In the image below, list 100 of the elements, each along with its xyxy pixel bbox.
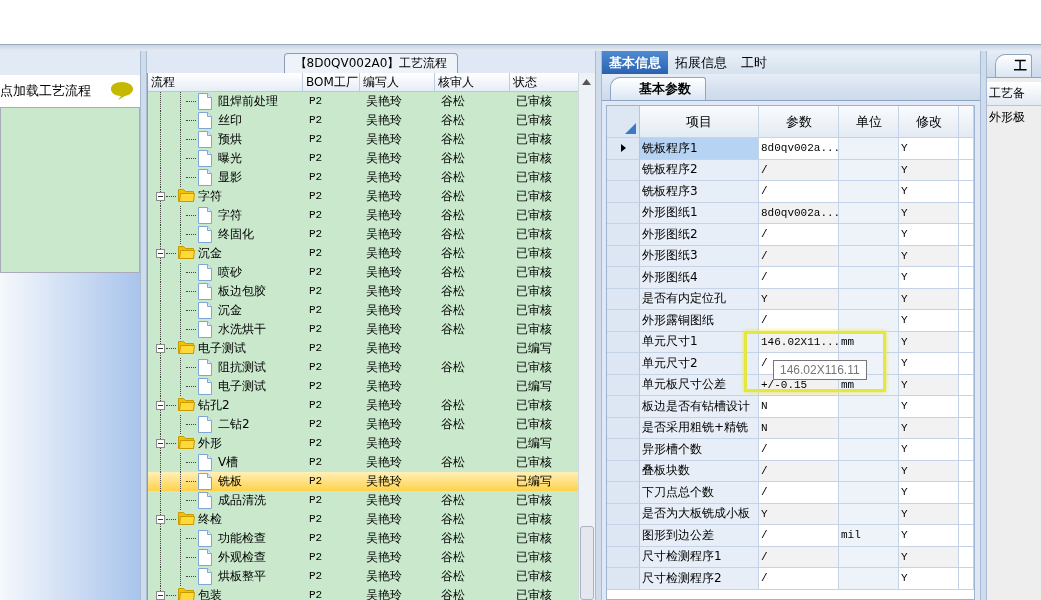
collapse-icon[interactable]	[156, 439, 165, 448]
table-row[interactable]: 异形槽个数 / Y	[607, 439, 974, 461]
collapse-icon[interactable]	[156, 344, 165, 353]
table-row[interactable]: 单元尺寸1 146.02X11...mm Y	[607, 331, 974, 353]
node-label: 包装	[198, 587, 222, 600]
tree-row[interactable]: 终固化 P2 吴艳玲 谷松 已审核	[148, 225, 579, 244]
column-header[interactable]: 参数	[759, 106, 839, 138]
tree-row[interactable]: 外观检查 P2 吴艳玲 谷松 已审核	[148, 548, 579, 567]
table-cell: 吴艳玲	[366, 132, 402, 146]
table-row[interactable]: 外形图纸1 8d0qv002a... Y	[607, 202, 974, 224]
tree-row[interactable]: 包装 P2 吴艳玲 谷松 已审核	[148, 586, 579, 600]
tree-row[interactable]: 终检 P2 吴艳玲 谷松 已审核	[148, 510, 579, 529]
section-tab[interactable]: 基本参数	[610, 77, 706, 100]
tab[interactable]: 基本信息	[602, 51, 668, 74]
column-header[interactable]: 修改	[899, 106, 959, 138]
table-row[interactable]: 板边是否有钻槽设计 N Y	[607, 396, 974, 418]
document-icon	[198, 169, 212, 186]
table-row[interactable]: 铣板程序1 8d0qv002a... Y	[607, 138, 974, 160]
table-row[interactable]: 铣板程序3 / Y	[607, 181, 974, 203]
table-cell: 吴艳玲	[366, 379, 402, 393]
hint-text: 点加载工艺流程	[0, 82, 91, 100]
table-row[interactable]: 图形到边公差 / mil Y	[607, 525, 974, 547]
table-cell: /	[761, 486, 768, 499]
tree-row[interactable]: 功能检查 P2 吴艳玲 谷松 已审核	[148, 529, 579, 548]
collapse-icon[interactable]	[156, 591, 165, 600]
tree-row[interactable]: 水洗烘干 P2 吴艳玲 谷松 已审核	[148, 320, 579, 339]
tree-row[interactable]: 电子测试 P2 吴艳玲 已编写	[148, 339, 579, 358]
tree-row[interactable]: 成品清洗 P2 吴艳玲 谷松 已审核	[148, 491, 579, 510]
table-row[interactable]: 铣板程序2 / Y	[607, 159, 974, 181]
table-cell-text: P2	[308, 550, 324, 565]
scroll-thumb[interactable]	[580, 526, 594, 600]
node-label: 沉金	[198, 245, 222, 262]
table-cell-text: P2	[308, 132, 324, 147]
table-cell-text: P2	[308, 493, 324, 508]
collapse-icon[interactable]	[156, 249, 165, 258]
tree-row[interactable]: 烘板整平 P2 吴艳玲 谷松 已审核	[148, 567, 579, 586]
scrollbar[interactable]	[578, 73, 595, 600]
tab[interactable]: 拓展信息	[668, 51, 734, 74]
tree-row[interactable]: 沉金 P2 吴艳玲 谷松 已审核	[148, 301, 579, 320]
table-row[interactable]: 叠板块数 / Y	[607, 460, 974, 482]
tree-row[interactable]: 外形 P2 吴艳玲 已编写	[148, 434, 579, 453]
tree-row[interactable]: 字符 P2 吴艳玲 谷松 已审核	[148, 187, 579, 206]
table-row[interactable]: 是否为大板铣成小板 Y Y	[607, 503, 974, 525]
table-cell: 外形图纸4	[642, 268, 698, 286]
scroll-up-icon[interactable]	[582, 79, 591, 85]
table-row[interactable]: 是否有内定位孔 Y Y	[607, 288, 974, 310]
table-cell: Y	[901, 421, 908, 434]
table-row[interactable]: 尺寸检测程序1 / Y	[607, 546, 974, 568]
document-icon	[198, 207, 212, 224]
table-cell: /	[761, 464, 768, 477]
tree-row[interactable]: 铣板 P2 吴艳玲 已编写	[148, 472, 579, 491]
table-row[interactable]: 外形图纸4 / Y	[607, 267, 974, 289]
tree-row[interactable]: 丝印 P2 吴艳玲 谷松 已审核	[148, 111, 579, 130]
tree-row[interactable]: 阻焊前处理 P2 吴艳玲 谷松 已审核	[148, 92, 579, 111]
table-cell: 吴艳玲	[366, 417, 402, 431]
table-row[interactable]: 外形露铜图纸 / Y	[607, 310, 974, 332]
table-cell: 谷松	[441, 246, 465, 260]
column-header[interactable]: 核审人	[435, 73, 510, 91]
table-cell: 异形槽个数	[642, 440, 702, 458]
node-label: 沉金	[218, 302, 242, 319]
collapse-icon[interactable]	[156, 515, 165, 524]
tree-row[interactable]: 曝光 P2 吴艳玲 谷松 已审核	[148, 149, 579, 168]
table-cell: 已编写	[516, 436, 552, 450]
table-row[interactable]: 尺寸检测程序2 / Y	[607, 568, 974, 590]
tree-row[interactable]: 预烘 P2 吴艳玲 谷松 已审核	[148, 130, 579, 149]
table-row[interactable]: 是否采用粗铣+精铣 N Y	[607, 417, 974, 439]
table-row[interactable]: 下刀点总个数 / Y	[607, 482, 974, 504]
column-header[interactable]: 工艺备	[987, 82, 1041, 106]
node-label: 显影	[218, 169, 242, 186]
node-label: 电子测试	[198, 340, 246, 357]
table-cell: Y	[901, 271, 908, 284]
tree-row[interactable]: 显影 P2 吴艳玲 谷松 已审核	[148, 168, 579, 187]
tab[interactable]: 工时	[734, 51, 774, 74]
tree-row[interactable]: 钻孔2 P2 吴艳玲 谷松 已审核	[148, 396, 579, 415]
column-header[interactable]: BOM工厂	[303, 73, 360, 91]
table-row[interactable]: 外形图纸3 / Y	[607, 245, 974, 267]
node-label: 阻抗测试	[218, 359, 266, 376]
tree-row[interactable]: 喷砂 P2 吴艳玲 谷松 已审核	[148, 263, 579, 282]
tree-row[interactable]: 板边包胶 P2 吴艳玲 谷松 已审核	[148, 282, 579, 301]
panel-title-tab[interactable]: 【8D0QV002A0】工艺流程	[283, 53, 459, 73]
document-icon	[198, 112, 212, 129]
table-cell: Y	[901, 249, 908, 262]
tree-row[interactable]: 电子测试 P2 吴艳玲 已编写	[148, 377, 579, 396]
tree-row[interactable]: 字符 P2 吴艳玲 谷松 已审核	[148, 206, 579, 225]
tree-row[interactable]: 阻抗测试 P2 吴艳玲 谷松 已审核	[148, 358, 579, 377]
column-header[interactable]: 流程	[148, 73, 303, 91]
table-cell-text: P2	[308, 227, 324, 242]
document-icon	[198, 568, 212, 585]
tree-row[interactable]: 二钻2 P2 吴艳玲 谷松 已审核	[148, 415, 579, 434]
section-tab[interactable]: 工	[995, 54, 1032, 77]
column-header[interactable]: 编写人	[360, 73, 435, 91]
collapse-icon[interactable]	[156, 401, 165, 410]
document-icon	[198, 150, 212, 167]
table-row[interactable]: 外形图纸2 / Y	[607, 224, 974, 246]
table-cell: 谷松	[441, 132, 465, 146]
collapse-icon[interactable]	[156, 192, 165, 201]
tree-row[interactable]: 沉金 P2 吴艳玲 谷松 已审核	[148, 244, 579, 263]
table-cell: 谷松	[441, 493, 465, 507]
document-icon	[198, 416, 212, 433]
table-cell-text: P2	[308, 474, 324, 489]
